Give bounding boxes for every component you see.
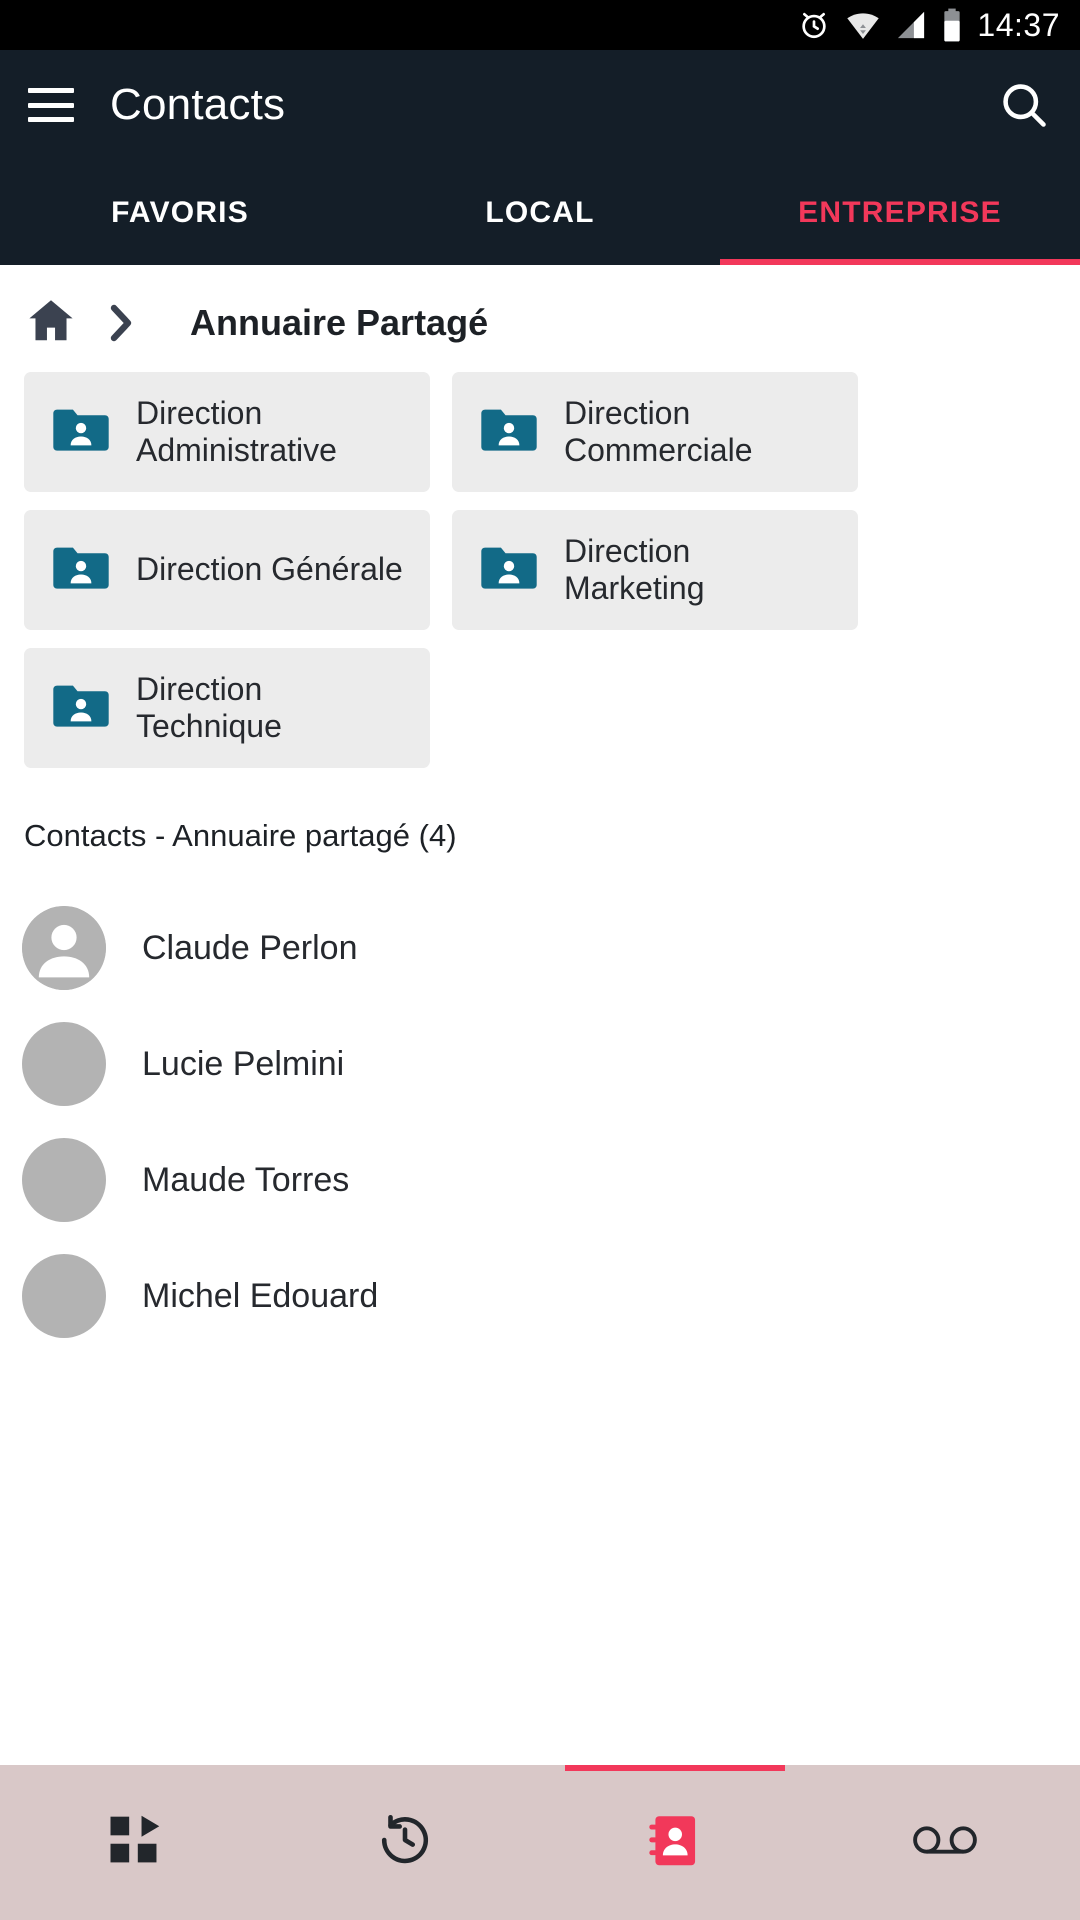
app-bar: Contacts	[0, 50, 1080, 160]
tab-bar: FAVORIS LOCAL ENTREPRISE	[0, 160, 1080, 265]
status-bar: 14:37	[0, 0, 1080, 50]
avatar	[22, 1138, 106, 1222]
folder-card-direction-generale[interactable]: Direction Générale	[24, 510, 430, 630]
breadcrumb-label: Annuaire Partagé	[190, 301, 489, 343]
main-content: Annuaire Partagé Direction Administrativ…	[0, 265, 1080, 1765]
home-icon[interactable]	[24, 293, 78, 352]
apps-grid-icon	[107, 1812, 163, 1873]
contacts-section-title: Contacts - Annuaire partagé (4)	[24, 818, 457, 853]
tab-local[interactable]: LOCAL	[360, 160, 720, 265]
alarm-icon	[797, 8, 831, 42]
avatar	[22, 1254, 106, 1338]
nav-item-apps[interactable]	[0, 1765, 270, 1920]
page-title: Contacts	[110, 80, 286, 129]
folder-card-label: Direction Technique	[136, 670, 282, 744]
contact-list: Claude Perlon Lucie Pelmini Maude Torres…	[0, 854, 1080, 1354]
contact-name: Michel Edouard	[142, 1276, 379, 1315]
folder-card-label: Direction Commerciale	[564, 394, 753, 468]
folder-card-direction-technique[interactable]: Direction Technique	[24, 648, 430, 768]
contact-name: Lucie Pelmini	[142, 1044, 345, 1083]
hamburger-menu-icon[interactable]	[28, 88, 74, 122]
contact-row[interactable]: Maude Torres	[0, 1122, 1080, 1238]
avatar	[22, 1022, 106, 1106]
chevron-right-icon	[104, 301, 138, 345]
contact-row[interactable]: Claude Perlon	[0, 890, 1080, 1006]
signal-icon	[895, 9, 927, 41]
nav-item-history[interactable]	[270, 1765, 540, 1920]
call-history-icon	[376, 1811, 434, 1874]
folder-card-direction-marketing[interactable]: Direction Marketing	[452, 510, 858, 630]
contact-name: Maude Torres	[142, 1160, 350, 1199]
contact-row[interactable]: Michel Edouard	[0, 1238, 1080, 1354]
folder-grid: Direction Administrative Direction Comme…	[0, 372, 1080, 768]
folder-card-label: Direction Administrative	[136, 394, 337, 468]
contact-row[interactable]: Lucie Pelmini	[0, 1006, 1080, 1122]
battery-icon	[941, 8, 963, 42]
tab-favoris[interactable]: FAVORIS	[0, 160, 360, 265]
contacts-icon	[649, 1812, 701, 1873]
bottom-navigation	[0, 1765, 1080, 1920]
voicemail-icon	[912, 1818, 978, 1867]
search-icon[interactable]	[996, 77, 1052, 133]
folder-shared-icon	[52, 405, 110, 460]
nav-item-contacts[interactable]	[540, 1765, 810, 1920]
contact-name: Claude Perlon	[142, 928, 358, 967]
avatar-placeholder-person-icon	[22, 906, 106, 990]
status-clock: 14:37	[977, 6, 1060, 43]
tab-entreprise[interactable]: ENTREPRISE	[720, 160, 1080, 265]
nav-item-voicemail[interactable]	[810, 1765, 1080, 1920]
folder-shared-icon	[52, 543, 110, 598]
breadcrumb: Annuaire Partagé	[0, 265, 1080, 372]
folder-card-label: Direction Marketing	[564, 532, 705, 606]
folder-shared-icon	[480, 543, 538, 598]
folder-card-direction-administrative[interactable]: Direction Administrative	[24, 372, 430, 492]
wifi-icon	[845, 9, 881, 41]
folder-shared-icon	[52, 681, 110, 736]
folder-card-direction-commerciale[interactable]: Direction Commerciale	[452, 372, 858, 492]
folder-card-label: Direction Générale	[136, 551, 403, 588]
folder-shared-icon	[480, 405, 538, 460]
